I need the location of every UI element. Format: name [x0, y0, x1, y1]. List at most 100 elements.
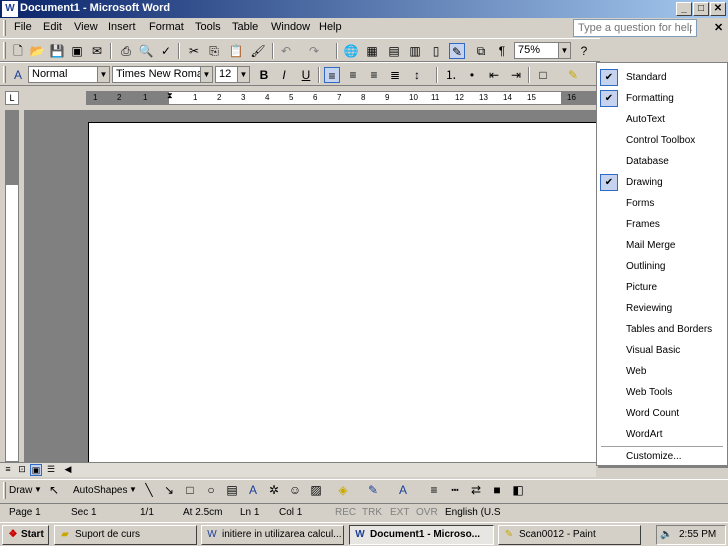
status-ext[interactable]: EXT [390, 507, 409, 518]
justify-icon[interactable]: ≣ [387, 67, 403, 83]
bullets-icon[interactable]: • [464, 67, 480, 83]
shadow-style-icon[interactable]: ■ [489, 482, 505, 498]
toolbar-grip[interactable] [3, 482, 6, 499]
save-icon[interactable]: 💾 [49, 43, 65, 59]
autoshapes-menu-button[interactable]: AutoShapes [73, 485, 128, 496]
start-button[interactable]: ❖ Start [2, 525, 49, 545]
numbering-icon[interactable]: ⒈ [443, 67, 459, 83]
print-preview-icon[interactable]: 🔍 [138, 43, 154, 59]
word-app-icon[interactable]: W [2, 1, 18, 17]
help-icon[interactable]: ? [576, 43, 592, 59]
menu-item-web-tools[interactable]: Web Tools [598, 382, 726, 403]
menu-edit[interactable]: Edit [43, 21, 62, 33]
arrow-icon[interactable]: ↘ [161, 482, 177, 498]
menu-item-outlining[interactable]: Outlining [598, 256, 726, 277]
align-left-icon[interactable]: ≡ [324, 67, 340, 83]
3d-style-icon[interactable]: ◧ [510, 482, 526, 498]
horizontal-scrollbar[interactable]: ≡ ⊡ ▣ ☰ ◀ [0, 462, 596, 477]
new-document-icon[interactable]: 🗋 [10, 43, 26, 59]
line-style-icon[interactable]: ≡ [426, 482, 442, 498]
tab-selector-icon[interactable]: L [5, 91, 19, 105]
insert-picture-icon[interactable]: ▨ [308, 482, 324, 498]
menu-item-control-toolbox[interactable]: Control Toolbox [598, 130, 726, 151]
clock[interactable]: 2:55 PM [679, 529, 716, 540]
volume-icon[interactable]: 🔈 [660, 529, 672, 540]
open-folder-icon[interactable]: 📂 [29, 43, 45, 59]
copy-icon[interactable]: ⎘ [206, 43, 222, 59]
status-ovr[interactable]: OVR [416, 507, 438, 518]
menu-format[interactable]: Format [149, 21, 184, 33]
menu-item-tables-and-borders[interactable]: Tables and Borders [598, 319, 726, 340]
text-box-icon[interactable]: ▤ [224, 482, 240, 498]
chevron-down-icon[interactable]: ▼ [237, 67, 249, 82]
font-color-icon[interactable]: A [395, 482, 411, 498]
underline-icon[interactable]: U [298, 67, 314, 83]
menu-item-customize[interactable]: Customize... [598, 446, 726, 467]
highlight-icon[interactable]: ✎ [565, 67, 581, 83]
spelling-icon[interactable]: ✓ [158, 43, 174, 59]
select-objects-icon[interactable]: ↖ [46, 482, 62, 498]
menu-view[interactable]: View [74, 21, 98, 33]
horizontal-ruler[interactable]: 1 2 1 ⧗ 1 2 3 4 5 6 7 8 9 10 11 12 13 14… [86, 91, 596, 105]
help-question-input[interactable] [573, 19, 697, 37]
rectangle-icon[interactable]: □ [182, 482, 198, 498]
chevron-down-icon[interactable]: ▼ [129, 485, 137, 494]
font-select[interactable]: Times New Roman ▼ [112, 66, 213, 83]
close-button[interactable]: ✕ [710, 2, 726, 16]
task-document1[interactable]: W Document1 - Microso... [349, 525, 494, 545]
line-icon[interactable]: ╲ [141, 482, 157, 498]
show-hide-pilcrow-icon[interactable]: ¶ [494, 43, 510, 59]
menu-file[interactable]: File [14, 21, 32, 33]
cut-icon[interactable]: ✂ [186, 43, 202, 59]
status-trk[interactable]: TRK [362, 507, 382, 518]
zoom-select[interactable]: 75% ▼ [514, 42, 571, 59]
menu-item-database[interactable]: Database [598, 151, 726, 172]
clip-art-icon[interactable]: ☺ [287, 482, 303, 498]
tables-borders-icon[interactable]: ▦ [364, 43, 380, 59]
align-right-icon[interactable]: ≡ [366, 67, 382, 83]
chevron-down-icon[interactable]: ▼ [34, 485, 42, 494]
menu-item-word-count[interactable]: Word Count [598, 403, 726, 424]
columns-icon[interactable]: ▯ [428, 43, 444, 59]
task-initiere[interactable]: Winitiere in utilizarea calcul... [201, 525, 344, 545]
increase-indent-icon[interactable]: ⇥ [508, 67, 524, 83]
line-color-icon[interactable]: ✎ [365, 482, 381, 498]
decrease-indent-icon[interactable]: ⇤ [486, 67, 502, 83]
arrow-style-icon[interactable]: ⇄ [468, 482, 484, 498]
format-painter-icon[interactable]: 🖌 [250, 43, 266, 59]
wordart-icon[interactable]: A [245, 482, 261, 498]
menu-item-mail-merge[interactable]: Mail Merge [598, 235, 726, 256]
drawing-toggle-icon[interactable]: ✎ [449, 43, 465, 59]
task-paint[interactable]: ✎ Scan0012 - Paint [498, 525, 641, 545]
styles-icon[interactable]: A [10, 67, 26, 83]
chevron-down-icon[interactable]: ▼ [97, 67, 109, 82]
menu-item-autotext[interactable]: AutoText [598, 109, 726, 130]
diagram-icon[interactable]: ✲ [266, 482, 282, 498]
chevron-down-icon[interactable]: ▼ [200, 67, 212, 82]
menu-item-forms[interactable]: Forms [598, 193, 726, 214]
menu-tools[interactable]: Tools [195, 21, 221, 33]
menu-item-formatting[interactable]: ✔ Formatting [598, 88, 726, 109]
document-map-icon[interactable]: ⧉ [473, 43, 489, 59]
menu-item-drawing[interactable]: ✔ Drawing [598, 172, 726, 193]
menu-insert[interactable]: Insert [108, 21, 136, 33]
chevron-down-icon[interactable]: ▼ [558, 43, 570, 58]
status-rec[interactable]: REC [335, 507, 356, 518]
menu-item-reviewing[interactable]: Reviewing [598, 298, 726, 319]
document-page[interactable] [88, 122, 596, 462]
bold-icon[interactable]: B [256, 67, 272, 83]
hyperlink-icon[interactable]: 🌐 [343, 43, 359, 59]
menu-grip[interactable] [3, 20, 6, 36]
print-layout-view-icon[interactable]: ▣ [30, 464, 42, 476]
toolbar-grip[interactable] [3, 42, 6, 59]
oval-icon[interactable]: ○ [203, 482, 219, 498]
italic-icon[interactable]: I [276, 67, 292, 83]
menu-help[interactable]: Help [319, 21, 342, 33]
scroll-left-icon[interactable]: ◀ [62, 464, 74, 476]
print-icon[interactable]: ⎙ [118, 43, 134, 59]
insert-excel-icon[interactable]: ▥ [407, 43, 423, 59]
fill-color-icon[interactable]: ◈ [335, 482, 351, 498]
undo-icon[interactable]: ↶ [278, 43, 294, 59]
outline-view-icon[interactable]: ☰ [45, 464, 57, 476]
paste-icon[interactable]: 📋 [228, 43, 244, 59]
